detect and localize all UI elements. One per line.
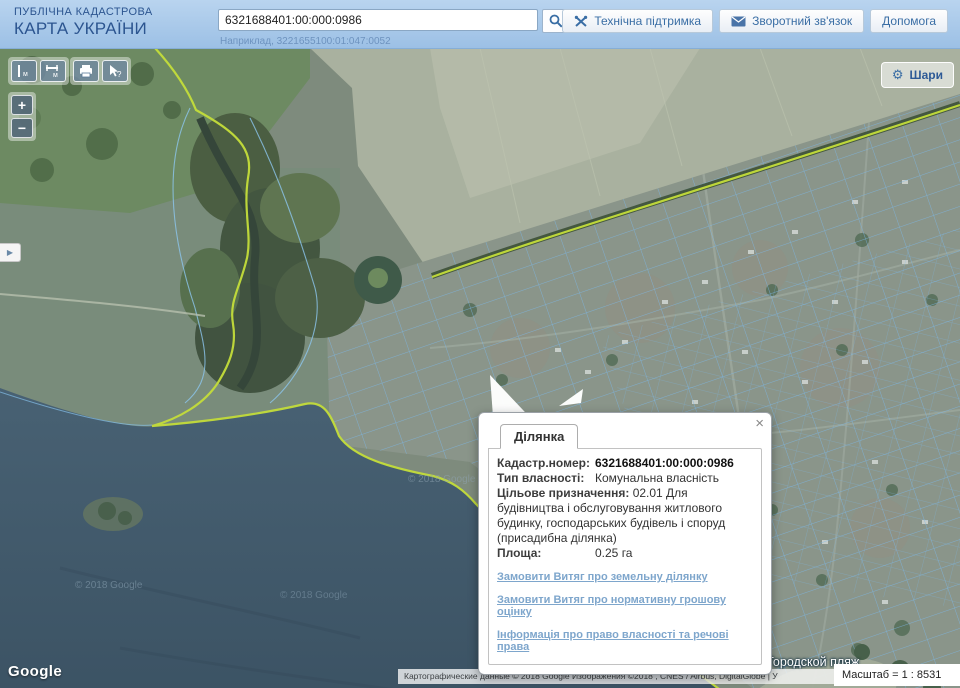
map-watermark: © 2018 Google (280, 590, 348, 601)
google-logo: Google (8, 663, 63, 680)
close-icon[interactable]: × (755, 416, 764, 431)
header-buttons: Технічна підтримка Зворотний зв'язок Доп… (562, 9, 948, 33)
envelope-icon (731, 16, 746, 26)
map-watermark: © 2018 Google (408, 474, 476, 485)
cadastral-search-input[interactable] (218, 9, 538, 31)
site-logo[interactable]: ПУБЛІЧНА КАДАСТРОВА КАРТА УКРАЇНИ (14, 6, 153, 39)
print-button[interactable] (73, 60, 99, 82)
map-watermark: © 2018 Google (75, 580, 143, 591)
order-extract-link[interactable]: Замовити Витяг про земельну ділянку (497, 571, 753, 583)
feedback-button[interactable]: Зворотний зв'язок (719, 9, 865, 33)
order-valuation-link[interactable]: Замовити Витяг про нормативну грошову оц… (497, 594, 753, 618)
cursor-question-icon: ? (110, 65, 122, 78)
measure-length-button[interactable]: м (11, 60, 37, 82)
svg-text:м: м (23, 71, 28, 78)
layers-label: Шари (909, 68, 943, 82)
scale-indicator: Масштаб = 1 : 8531 (834, 664, 960, 686)
printer-icon (80, 65, 92, 78)
zoom-out-button[interactable]: − (11, 118, 33, 138)
help-button[interactable]: Допомога (870, 9, 948, 33)
top-header: ПУБЛІЧНА КАДАСТРОВА КАРТА УКРАЇНИ Наприк… (0, 0, 960, 49)
zoom-in-button[interactable]: + (11, 95, 33, 115)
utility-toolbar: ? (70, 57, 131, 85)
layers-button[interactable]: ⚙ Шари (880, 62, 954, 88)
logo-line1: ПУБЛІЧНА КАДАСТРОВА (14, 6, 153, 18)
search-icon (549, 14, 563, 28)
svg-text:?: ? (117, 70, 122, 78)
search-hint: Наприклад, 3221655100:01:047:0052 (220, 36, 391, 47)
ownership-info-link[interactable]: Інформація про право власності та речові… (497, 629, 753, 653)
app-window: © 2018 Google © 2018 Google © 2018 Googl… (0, 0, 960, 688)
measure-area-button[interactable]: м (40, 60, 66, 82)
identify-button[interactable]: ? (102, 60, 128, 82)
parcel-info-popup: × Ділянка Кадастр.номер: 6321688401:00:0… (478, 412, 772, 675)
parcel-links: Замовити Витяг про земельну ділянку Замо… (497, 571, 753, 653)
row-area: Площа: 0.25 га (497, 546, 633, 560)
tech-support-button[interactable]: Технічна підтримка (562, 9, 714, 33)
logo-line2: КАРТА УКРАЇНИ (14, 19, 148, 39)
row-ownership-type: Тип власності: Комунальна власність (497, 471, 720, 485)
tab-parcel[interactable]: Ділянка (500, 424, 579, 449)
map-area[interactable]: © 2018 Google © 2018 Google © 2018 Googl… (0, 48, 960, 688)
measure-toolbar: м м (8, 57, 69, 85)
search-area: Наприклад, 3221655100:01:047:0052 (218, 9, 570, 47)
gear-icon: ⚙ (891, 67, 904, 82)
chevron-right-icon: ▶ (6, 248, 14, 257)
svg-text:м: м (53, 72, 58, 78)
tools-icon (575, 15, 588, 27)
parcel-details: Кадастр.номер: 6321688401:00:000:0986 Ти… (488, 448, 762, 665)
sidebar-expand-handle[interactable]: ▶ (0, 243, 21, 262)
row-purpose: Цільове призначення: 02.01 Для будівницт… (497, 486, 726, 545)
row-cadastral-number: Кадастр.номер: 6321688401:00:000:0986 (497, 456, 734, 470)
zoom-control: + − (8, 92, 36, 141)
